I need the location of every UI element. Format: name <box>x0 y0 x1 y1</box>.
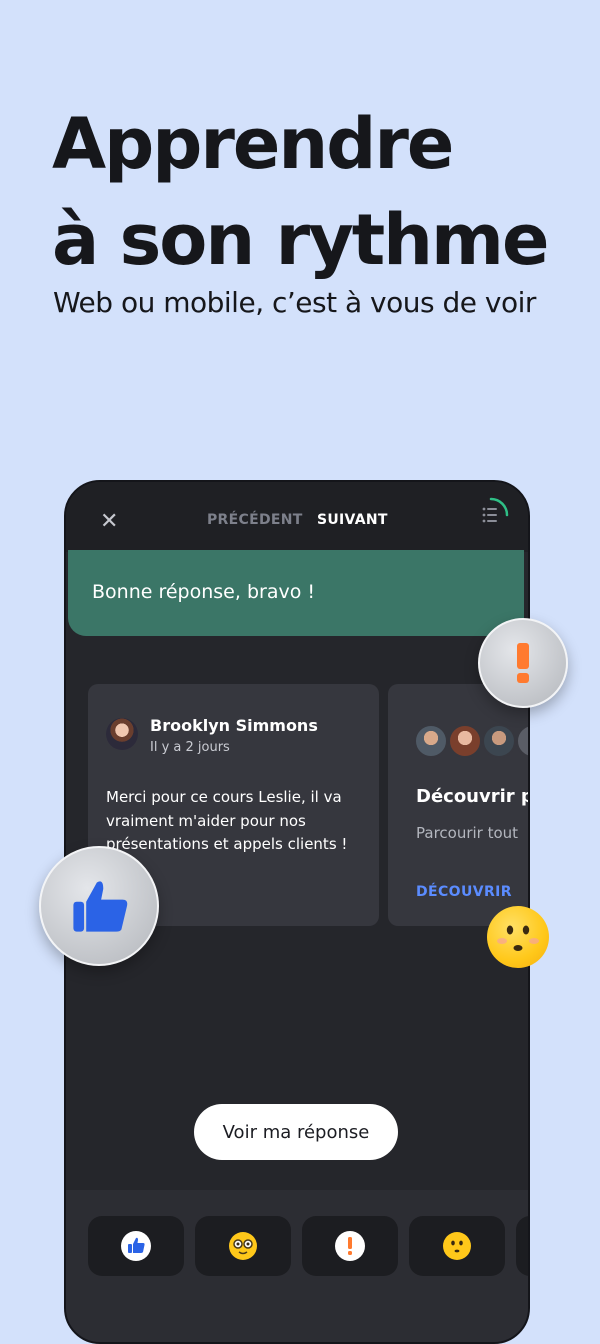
hero-title-line-2: à son rythme <box>52 199 549 281</box>
reaction-nerd-button[interactable] <box>195 1216 291 1276</box>
hero-title: Apprendre à son rythme <box>52 96 549 288</box>
lesson-topbar: ✕ PRÉCÉDENT SUIVANT <box>66 482 528 552</box>
hero-subtitle: Web ou mobile, c’est à vous de voir <box>53 286 536 319</box>
floating-exclamation-bubble <box>478 618 568 708</box>
reaction-thumbs-up-button[interactable] <box>88 1216 184 1276</box>
floating-thumbs-up-bubble <box>39 846 159 966</box>
thumbs-up-icon <box>121 1231 151 1261</box>
avatar <box>448 724 482 758</box>
see-answer-button[interactable]: Voir ma réponse <box>194 1104 398 1160</box>
avatar <box>414 724 448 758</box>
floating-surprised-emoji <box>487 906 549 968</box>
hero-title-line-1: Apprendre <box>52 103 454 185</box>
discover-title: Découvrir p <box>416 786 530 807</box>
discover-text: Parcourir tout <box>416 824 519 842</box>
exclamation-icon <box>517 643 529 683</box>
avatar <box>516 724 528 758</box>
next-button[interactable]: SUIVANT <box>317 512 388 528</box>
thumbs-up-icon <box>73 881 128 932</box>
previous-button[interactable]: PRÉCÉDENT <box>207 512 303 528</box>
reaction-surprised-button[interactable] <box>409 1216 505 1276</box>
feedback-banner: Bonne réponse, bravo ! <box>68 550 524 636</box>
reaction-exclamation-button[interactable] <box>302 1216 398 1276</box>
close-icon[interactable]: ✕ <box>100 511 118 533</box>
reaction-bar <box>66 1190 528 1342</box>
avatar <box>106 718 138 750</box>
discover-link[interactable]: DÉCOUVRIR <box>416 884 512 900</box>
comment-text: Merci pour ce cours Leslie, il va vraime… <box>106 788 348 853</box>
reaction-more-button[interactable] <box>516 1216 528 1276</box>
surprised-face-icon <box>443 1232 471 1260</box>
comment-author: Brooklyn Simmons <box>150 716 318 735</box>
feedback-text: Bonne réponse, bravo ! <box>92 581 315 603</box>
avatar <box>482 724 516 758</box>
list-progress-icon[interactable] <box>472 496 510 534</box>
discover-card[interactable]: Découvrir p Parcourir tout DÉCOUVRIR <box>388 684 530 926</box>
comment-time: Il y a 2 jours <box>150 740 230 755</box>
exclamation-icon <box>335 1231 365 1261</box>
nerd-face-icon <box>229 1232 257 1260</box>
surprised-face-icon <box>497 925 539 951</box>
